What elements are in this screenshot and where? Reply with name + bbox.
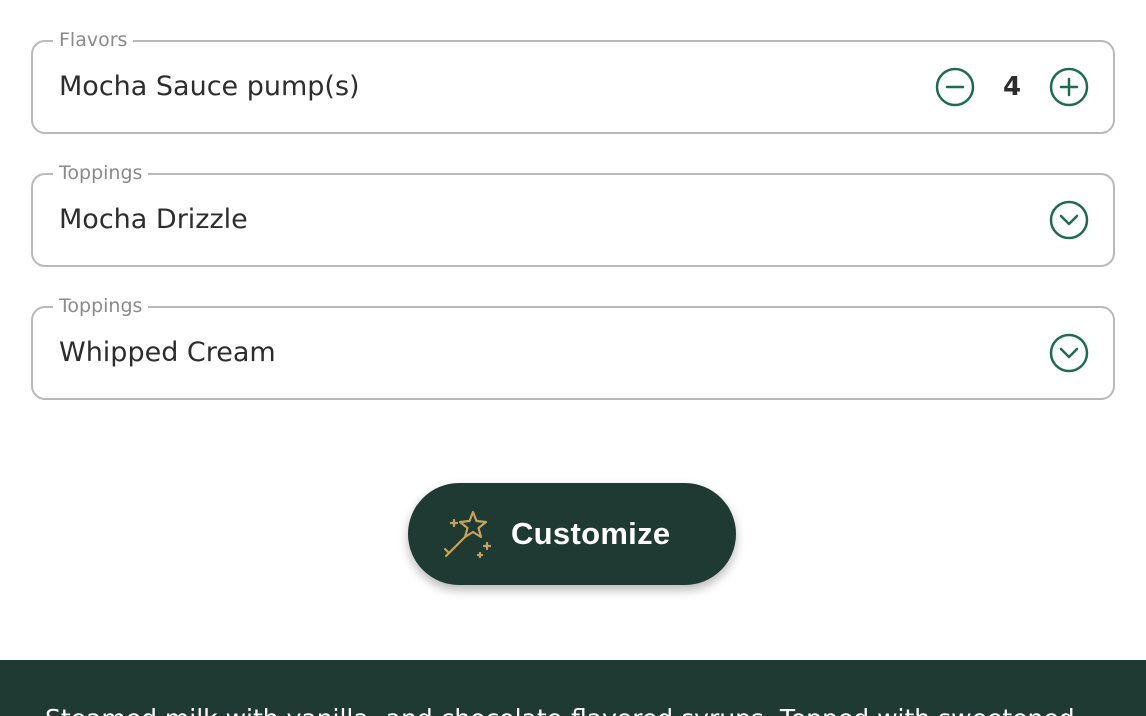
chevron-down-circle-icon bbox=[1049, 333, 1089, 373]
description-text: Steamed milk with vanilla- and chocolate… bbox=[45, 704, 1075, 716]
topping-dropdown-button[interactable] bbox=[1049, 200, 1089, 240]
topping-dropdown-button[interactable] bbox=[1049, 333, 1089, 373]
flavor-quantity-value: 4 bbox=[1002, 72, 1022, 102]
decrement-button[interactable] bbox=[935, 67, 975, 107]
increment-button[interactable] bbox=[1049, 67, 1089, 107]
customize-label: Customize bbox=[511, 516, 671, 551]
plus-circle-icon bbox=[1049, 67, 1089, 107]
flavor-field-legend: Flavors bbox=[53, 29, 134, 51]
topping-field-mocha-drizzle[interactable]: Toppings Mocha Drizzle bbox=[31, 162, 1115, 267]
flavor-quantity-stepper: 4 bbox=[935, 67, 1089, 107]
magic-wand-sparkle-icon bbox=[443, 510, 492, 559]
customize-button[interactable]: Customize bbox=[408, 483, 736, 585]
topping-field-legend: Toppings bbox=[53, 295, 149, 317]
flavor-field: Flavors Mocha Sauce pump(s) 4 bbox=[31, 29, 1115, 134]
flavor-name: Mocha Sauce pump(s) bbox=[59, 71, 360, 102]
minus-circle-icon bbox=[935, 67, 975, 107]
topping-name: Whipped Cream bbox=[59, 337, 276, 368]
topping-field-whipped-cream[interactable]: Toppings Whipped Cream bbox=[31, 295, 1115, 400]
description-panel: Steamed milk with vanilla- and chocolate… bbox=[0, 660, 1146, 716]
topping-field-legend: Toppings bbox=[53, 162, 149, 184]
chevron-down-circle-icon bbox=[1049, 200, 1089, 240]
topping-name: Mocha Drizzle bbox=[59, 204, 248, 235]
